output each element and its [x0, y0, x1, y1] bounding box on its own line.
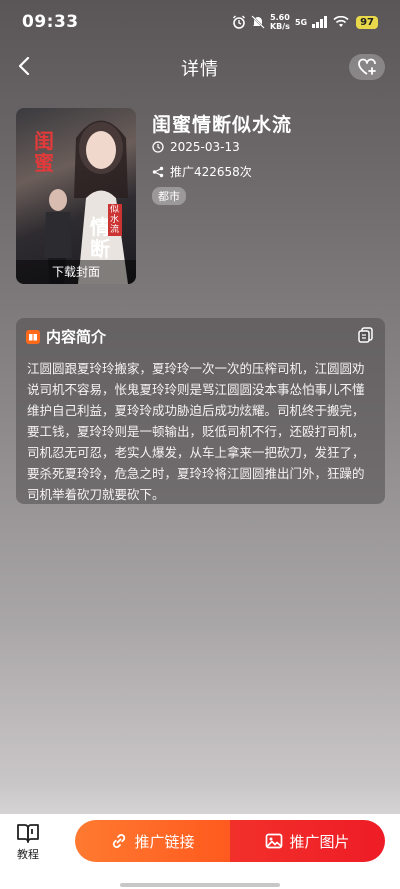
intro-text: 江圆圆跟夏玲玲搬家，夏玲玲一次一次的压榨司机，江圆圆劝说司机不容易，怅鬼夏玲玲则… [27, 361, 365, 502]
net-speed-unit: KB/s [269, 22, 290, 31]
alarm-icon [232, 15, 245, 29]
clock-icon [152, 141, 164, 153]
share-icon [152, 166, 164, 177]
wifi-icon [333, 16, 349, 27]
intro-header: 内容简介 [26, 326, 106, 347]
release-date-row: 2025-03-13 [152, 140, 240, 154]
promo-link-button[interactable]: 推广链接 [75, 820, 230, 862]
status-icons: 5.60 KB/s 5G 97 [232, 13, 378, 31]
heart-add-icon [358, 58, 376, 75]
promo-image-button[interactable]: 推广图片 [230, 820, 385, 862]
cover-title-left: 闺蜜 [34, 129, 54, 175]
intro-card: 内容简介 江圆圆跟夏玲玲搬家，夏玲玲一次一次的压榨司机，江圆圆劝说司机不容易，怅… [16, 318, 385, 504]
release-date: 2025-03-13 [170, 140, 240, 154]
tutorial-button[interactable]: 教程 [12, 822, 44, 862]
link-icon [113, 834, 126, 848]
net-speed-value: 5.60 [270, 13, 290, 22]
promo-image-label: 推广图片 [289, 832, 350, 851]
battery-level: 97 [356, 15, 378, 29]
status-time: 09:33 [22, 12, 79, 32]
bottom-bar: 教程 推广链接 推广图片 [0, 814, 400, 889]
cover-title-small: 似水流 [108, 204, 122, 236]
drama-title: 闺蜜情断似水流 [152, 114, 293, 136]
mute-bell-icon [251, 15, 265, 29]
tutorial-label: 教程 [17, 848, 39, 861]
copy-icon[interactable] [357, 326, 375, 344]
intro-title: 内容简介 [46, 328, 107, 346]
status-bar: 09:33 5.60 KB/s 5G 97 [0, 0, 400, 44]
net-speed: 5.60 KB/s [270, 13, 290, 31]
cover-image[interactable]: 闺蜜 情断 似水流 下载封面 [16, 108, 136, 284]
book-open-icon [17, 824, 39, 843]
image-icon [266, 833, 283, 849]
home-indicator[interactable] [120, 883, 280, 887]
genre-tag: 都市 [152, 187, 186, 205]
download-cover-button[interactable]: 下载封面 [16, 260, 136, 284]
book-icon [26, 329, 40, 344]
nav-bar: 详情 [0, 44, 400, 90]
page-title: 详情 [181, 59, 219, 80]
promo-count: 推广422658次 [170, 165, 252, 179]
promo-link-label: 推广链接 [134, 832, 195, 851]
signal-icon [312, 16, 328, 28]
favorite-button[interactable] [349, 54, 385, 80]
signal-label: 5G [294, 17, 308, 27]
promo-count-row: 推广422658次 [152, 163, 252, 180]
